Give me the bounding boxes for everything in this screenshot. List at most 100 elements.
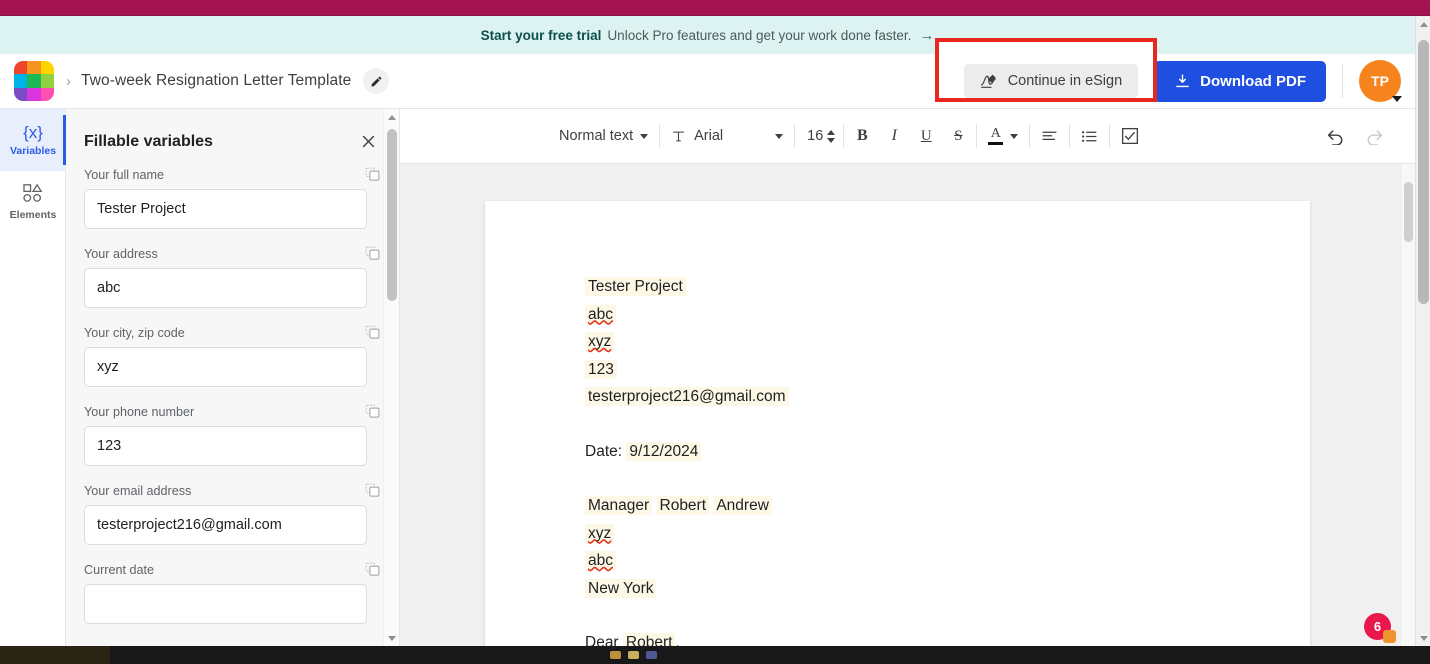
input-current-date[interactable] <box>84 584 367 624</box>
font-size-value[interactable]: 16 <box>797 128 827 144</box>
chat-widget-badge-icon <box>1383 630 1396 643</box>
taskbar-start-area[interactable] <box>0 646 110 664</box>
variable-chip[interactable]: testerproject216@gmail.com <box>585 387 789 406</box>
document-title[interactable]: Two-week Resignation Letter Template <box>81 72 351 90</box>
variable-chip[interactable]: abc <box>585 551 616 570</box>
stepper-up-icon[interactable] <box>827 129 836 135</box>
rename-document-button[interactable] <box>363 68 390 94</box>
input-your-full-name[interactable] <box>84 189 367 229</box>
taskbar-icon-1[interactable] <box>610 651 621 659</box>
document-page[interactable]: Tester Project abc xyz 123 testerproject… <box>485 201 1310 646</box>
variable-chip[interactable]: 9/12/2024 <box>626 441 702 461</box>
variable-chip[interactable]: abc <box>585 304 616 324</box>
doc-recipient-name: Manager Robert Andrew <box>585 492 1310 520</box>
doc-sender-name: Tester Project <box>585 273 1310 301</box>
field-your-email-address: Your email address <box>84 482 381 545</box>
esign-highlight-wrapper: Continue in eSign <box>934 38 1157 102</box>
panel-scroll-down-button[interactable] <box>384 630 399 646</box>
os-taskbar <box>0 646 1430 664</box>
input-your-email-address[interactable] <box>84 505 367 545</box>
input-your-phone-number[interactable] <box>84 426 367 466</box>
redo-button[interactable] <box>1355 120 1393 152</box>
variable-chip[interactable]: Manager <box>585 496 653 515</box>
doc-sender-phone: 123 <box>585 356 1310 384</box>
doc-recipient-city: xyz <box>585 520 1310 548</box>
toolbar-divider <box>843 124 845 148</box>
copy-icon[interactable] <box>364 482 381 499</box>
panel-scrollbar-thumb[interactable] <box>387 129 397 301</box>
close-panel-button[interactable] <box>358 131 379 152</box>
document-canvas: Tester Project abc xyz 123 testerproject… <box>400 164 1415 646</box>
font-family-label: Arial <box>694 128 724 144</box>
copy-icon[interactable] <box>364 403 381 420</box>
toolbar-divider <box>794 124 796 148</box>
redo-icon <box>1367 130 1383 145</box>
stepper-down-icon[interactable] <box>827 137 836 143</box>
doc-recipient-state: New York <box>585 575 1310 603</box>
panel-scroll-up-button[interactable] <box>384 109 399 125</box>
doc-recipient-address: abc <box>585 547 1310 575</box>
field-your-full-name: Your full name <box>84 166 381 229</box>
account-menu[interactable]: TP <box>1359 60 1402 102</box>
pencil-icon <box>371 76 382 86</box>
elements-icon <box>23 183 43 205</box>
banner-text: Unlock Pro features and get your work do… <box>607 27 912 43</box>
variable-chip[interactable]: 123 <box>585 359 617 379</box>
browser-scroll-down-button[interactable] <box>1416 630 1430 646</box>
download-pdf-button[interactable]: Download PDF <box>1154 60 1326 102</box>
toolbar-divider <box>659 124 661 148</box>
font-family-dropdown[interactable]: Arial <box>662 120 792 152</box>
underline-button[interactable]: U <box>910 120 942 152</box>
bullet-list-button[interactable] <box>1072 120 1107 152</box>
free-trial-banner[interactable]: Start your free trial Unlock Pro feature… <box>0 16 1415 54</box>
align-button[interactable] <box>1032 120 1067 152</box>
toolbar-divider <box>1069 124 1071 148</box>
variable-chip[interactable]: xyz <box>585 332 615 351</box>
undo-icon <box>1327 130 1343 145</box>
strikethrough-button[interactable]: S <box>942 120 974 152</box>
undo-button[interactable] <box>1317 120 1355 152</box>
sidebar-item-elements[interactable]: Elements <box>0 171 66 233</box>
align-left-icon <box>1042 131 1057 140</box>
document-scrollbar[interactable] <box>1400 164 1415 646</box>
browser-scroll-up-button[interactable] <box>1416 16 1430 32</box>
continue-in-esign-button[interactable]: Continue in eSign <box>963 64 1139 98</box>
taskbar-icon-2[interactable] <box>628 651 639 659</box>
doc-sender-address: abc <box>585 301 1310 329</box>
bold-button[interactable]: B <box>846 120 878 152</box>
copy-icon[interactable] <box>364 561 381 578</box>
browser-scrollbar[interactable] <box>1415 16 1430 646</box>
document-body[interactable]: Tester Project abc xyz 123 testerproject… <box>485 201 1310 646</box>
taskbar-icon-3[interactable] <box>646 651 657 659</box>
input-your-address[interactable] <box>84 268 367 308</box>
variable-chip[interactable]: New York <box>585 578 657 598</box>
text-color-icon: A <box>988 127 1004 145</box>
copy-icon[interactable] <box>364 245 381 262</box>
banner-bold-text: Start your free trial <box>480 27 602 43</box>
app-logo[interactable] <box>14 61 54 101</box>
browser-chrome-strip <box>0 0 1430 16</box>
browser-scrollbar-thumb[interactable] <box>1418 40 1429 304</box>
document-scrollbar-thumb[interactable] <box>1404 182 1413 242</box>
sidebar-item-variables[interactable]: {x} Variables <box>0 109 66 171</box>
copy-icon[interactable] <box>364 166 381 183</box>
checkbox-button[interactable] <box>1112 120 1148 152</box>
font-size-stepper[interactable] <box>827 129 841 143</box>
text-color-button[interactable]: A <box>979 120 1027 152</box>
panel-scrollbar[interactable] <box>383 109 399 646</box>
variables-icon: {x} <box>23 122 43 142</box>
input-your-city-zip[interactable] <box>84 347 367 387</box>
field-label: Your full name <box>84 167 165 182</box>
variable-chip[interactable]: Robert <box>656 496 710 515</box>
variable-chip[interactable]: xyz <box>585 523 615 543</box>
paragraph-style-dropdown[interactable]: Normal text <box>550 120 657 152</box>
variable-chip[interactable]: Andrew <box>713 496 772 515</box>
italic-button[interactable]: I <box>878 120 910 152</box>
chevron-down-icon <box>640 133 649 139</box>
panel-title: Fillable variables <box>84 132 213 150</box>
variable-chip[interactable]: Robert <box>622 633 676 646</box>
field-label: Your phone number <box>84 404 195 419</box>
field-your-phone-number: Your phone number <box>84 403 381 466</box>
copy-icon[interactable] <box>364 324 381 341</box>
variable-chip[interactable]: Tester Project <box>585 277 686 296</box>
